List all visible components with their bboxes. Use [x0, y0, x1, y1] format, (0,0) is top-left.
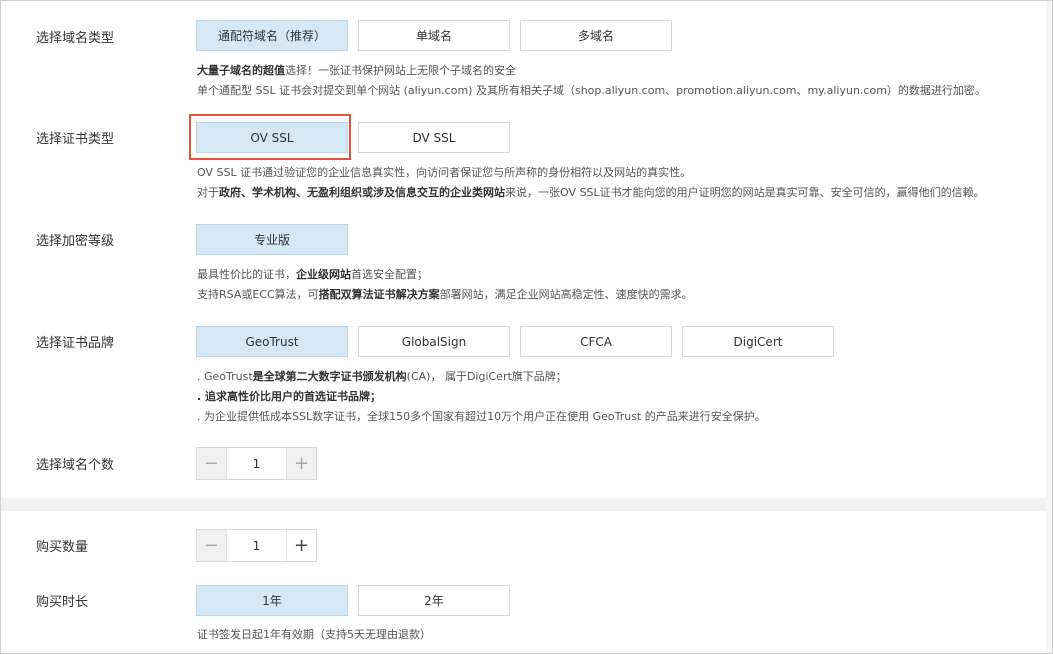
- cert-config-section: 选择域名类型 通配符域名（推荐） 单域名 多域名 大量子域名的超值选择！一张证书…: [1, 1, 1046, 498]
- cert-type-label: 选择证书类型: [36, 132, 115, 147]
- encryption-desc-line1: 最具性价比的证书，企业级网站首选安全配置；: [197, 268, 428, 281]
- quantity-label: 购买数量: [36, 540, 89, 555]
- domain-count-label: 选择域名个数: [36, 458, 115, 473]
- scrollbar-track[interactable]: [1046, 1, 1052, 653]
- domain-count-input[interactable]: [227, 448, 286, 479]
- domain-count-decrement-button[interactable]: −: [197, 448, 227, 479]
- quantity-input[interactable]: [227, 530, 286, 561]
- domain-type-desc-line2: 单个通配型 SSL 证书会对提交到单个网站 (aliyun.com) 及其所有相…: [197, 84, 986, 97]
- duration-label: 购买时长: [36, 595, 89, 610]
- option-globalsign[interactable]: GlobalSign: [358, 326, 510, 357]
- domain-count-stepper: − +: [196, 447, 317, 480]
- option-digicert[interactable]: DigiCert: [682, 326, 834, 357]
- domain-type-label: 选择域名类型: [36, 31, 115, 46]
- encryption-desc-line2: 支持RSA或ECC算法，可搭配双算法证书解决方案部署网站，满足企业网站高稳定性、…: [197, 288, 693, 301]
- option-multi-domain[interactable]: 多域名: [520, 20, 672, 51]
- section-divider: [1, 498, 1052, 511]
- option-professional[interactable]: 专业版: [196, 224, 348, 255]
- duration-desc: 证书签发日起1年有效期（支持5天无理由退款）: [197, 628, 431, 641]
- purchase-section: 购买数量 − + 购买时长 1年 2年 证书签发日起1年有效期（支持5天无理由退…: [1, 511, 1046, 653]
- option-wildcard-domain[interactable]: 通配符域名（推荐）: [196, 20, 348, 51]
- option-cfca[interactable]: CFCA: [520, 326, 672, 357]
- option-2-years[interactable]: 2年: [358, 585, 510, 616]
- ov-ssl-highlight-box: [189, 114, 351, 160]
- quantity-stepper: − +: [196, 529, 317, 562]
- option-single-domain[interactable]: 单域名: [358, 20, 510, 51]
- cert-brand-label: 选择证书品牌: [36, 336, 115, 351]
- quantity-increment-button[interactable]: +: [286, 530, 316, 561]
- quantity-decrement-button[interactable]: −: [197, 530, 227, 561]
- option-dv-ssl[interactable]: DV SSL: [358, 122, 510, 153]
- purchase-form-frame: 选择域名类型 通配符域名（推荐） 单域名 多域名 大量子域名的超值选择！一张证书…: [0, 0, 1053, 654]
- brand-desc-line1: . GeoTrust是全球第二大数字证书颁发机构(CA)， 属于DigiCert…: [197, 370, 567, 383]
- cert-type-desc-line1: OV SSL 证书通过验证您的企业信息真实性，向访问者保证您与所声称的身份相符以…: [197, 166, 692, 179]
- option-1-year[interactable]: 1年: [196, 585, 348, 616]
- encryption-level-label: 选择加密等级: [36, 234, 115, 249]
- brand-desc-line3: . 为企业提供低成本SSL数字证书，全球150多个国家有超过10万个用户正在使用…: [197, 410, 766, 423]
- domain-count-increment-button[interactable]: +: [286, 448, 316, 479]
- domain-type-desc-line1: 大量子域名的超值选择！一张证书保护网站上无限个子域名的安全: [197, 64, 516, 77]
- cert-type-desc-line2: 对于政府、学术机构、无盈利组织或涉及信息交互的企业类网站来说，一张OV SSL证…: [197, 186, 985, 199]
- brand-desc-line2: . 追求高性价比用户的首选证书品牌；: [197, 390, 382, 403]
- option-geotrust[interactable]: GeoTrust: [196, 326, 348, 357]
